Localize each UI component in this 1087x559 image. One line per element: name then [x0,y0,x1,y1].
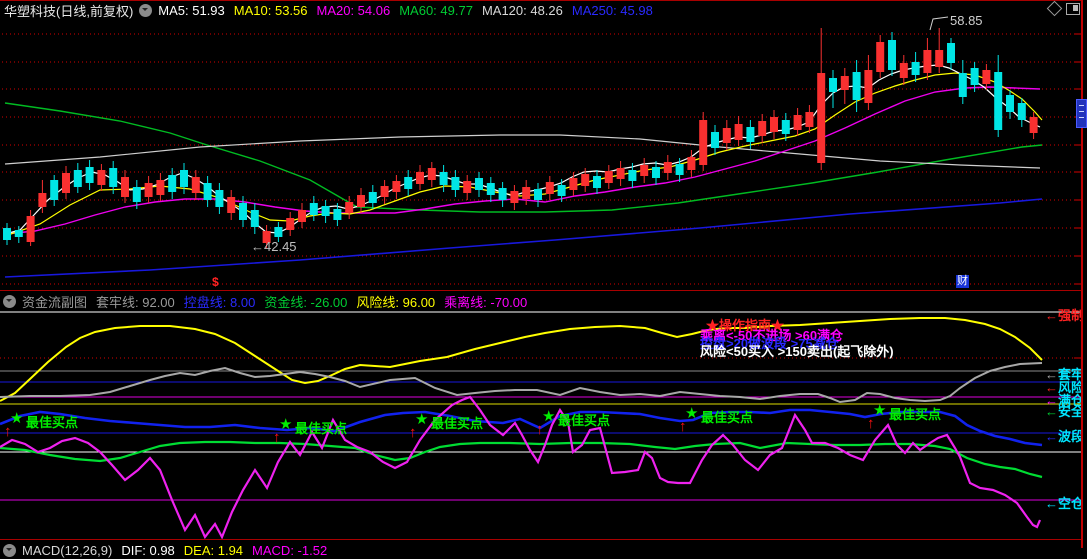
buy-point-arrow: ↑ [679,418,687,435]
buy-point-arrow: ↑ [536,421,544,438]
scrollbar-thumb[interactable] [1076,99,1087,128]
guide-line-4: 风险<50买入 >150卖出(起飞除外) [700,344,894,359]
ma-line-MA120 [4,134,1041,169]
ma20-value: MA20: 54.06 [316,2,391,18]
finance-report-marker[interactable]: 财 [956,275,969,288]
right-scrollbar[interactable] [1081,0,1083,548]
buy-point-arrow: ↑ [273,429,281,446]
buy-point-label: 最佳买点 [701,410,754,425]
main-chart-header: 华塑科技(日线,前复权) MA5: 51.93 MA10: 53.56 MA20… [0,1,1080,19]
ma-line-MA250 [4,198,1043,278]
chevron-down-icon[interactable] [139,3,153,17]
panel-divider-line-2 [0,539,1082,540]
chart-canvas [0,16,1081,540]
right-axis-label: ←强制卖出 [1045,308,1082,323]
buy-point-arrow: ↑ [409,424,417,441]
right-axis-label: ←空仓信号 [1045,496,1082,511]
high-price-label: 58.85 [950,13,983,28]
buy-point-label: 最佳买点 [295,421,348,436]
ma10-value: MA10: 53.56 [233,2,308,18]
ma60-value: MA60: 49.77 [399,2,473,18]
curve-green_control [0,440,1043,479]
buy-point-star: ★ [279,416,293,433]
buy-point-label: 最佳买点 [26,415,79,430]
buy-point-star: ★ [542,408,556,425]
chevron-down-icon[interactable] [3,543,16,557]
low-price-label: ←42.45 [251,239,297,254]
stock-title: 华塑科技(日线,前复权) [4,3,134,19]
right-axis-label: ←波段起涨 [1045,429,1082,444]
ma5-value: MA5: 51.93 [158,2,225,18]
candlesticks [3,28,1038,248]
buy-point-star: ★ [10,410,24,427]
fengxian-value: 风险线: 96.00 [356,294,436,310]
buy-point-star: ★ [685,405,699,422]
dif-value: DIF: 0.98 [121,542,175,558]
split-pane-icon[interactable] [1066,3,1080,15]
chevron-down-icon[interactable] [3,294,16,308]
ma250-value: MA250: 45.98 [571,2,653,18]
panel3-header: MACD(12,26,9) DIF: 0.98 DEA: 1.94 MACD: … [0,541,1080,559]
macd-title: MACD(12,26,9) [22,542,113,558]
stock-trading-app: { "header": { "title": "华塑科技(日线,前复权)", "… [0,0,1087,558]
buy-point-label: 最佳买点 [431,416,484,431]
buy-point-label: 最佳买点 [889,407,942,422]
buy-point-label: 最佳买点 [558,413,611,428]
chengli-value: 乘离线: -70.00 [444,294,528,310]
right-axis-label: ←安全区域 [1045,404,1082,419]
buy-point-arrow: ↑ [867,415,875,432]
macd-value: MACD: -1.52 [252,542,328,558]
buy-point-star: ★ [415,411,429,428]
buy-point-arrow: ↑ [4,423,12,440]
taolao-value: 套牢线: 92.00 [96,294,175,310]
ma-line-MA5 [4,64,1041,235]
buy-point-star: ★ [873,402,887,419]
dea-value: DEA: 1.94 [183,542,244,558]
dividend-marker[interactable]: $ [212,275,219,289]
zijin-value: 资金线: -26.00 [264,294,348,310]
panel2-header: 资金流副图 套牢线: 92.00 控盘线: 8.00 资金线: -26.00 风… [0,292,1080,310]
ma120-value: MA120: 48.26 [481,2,563,18]
kongpan-value: 控盘线: 8.00 [183,294,256,310]
panel2-title: 资金流副图 [22,294,88,310]
